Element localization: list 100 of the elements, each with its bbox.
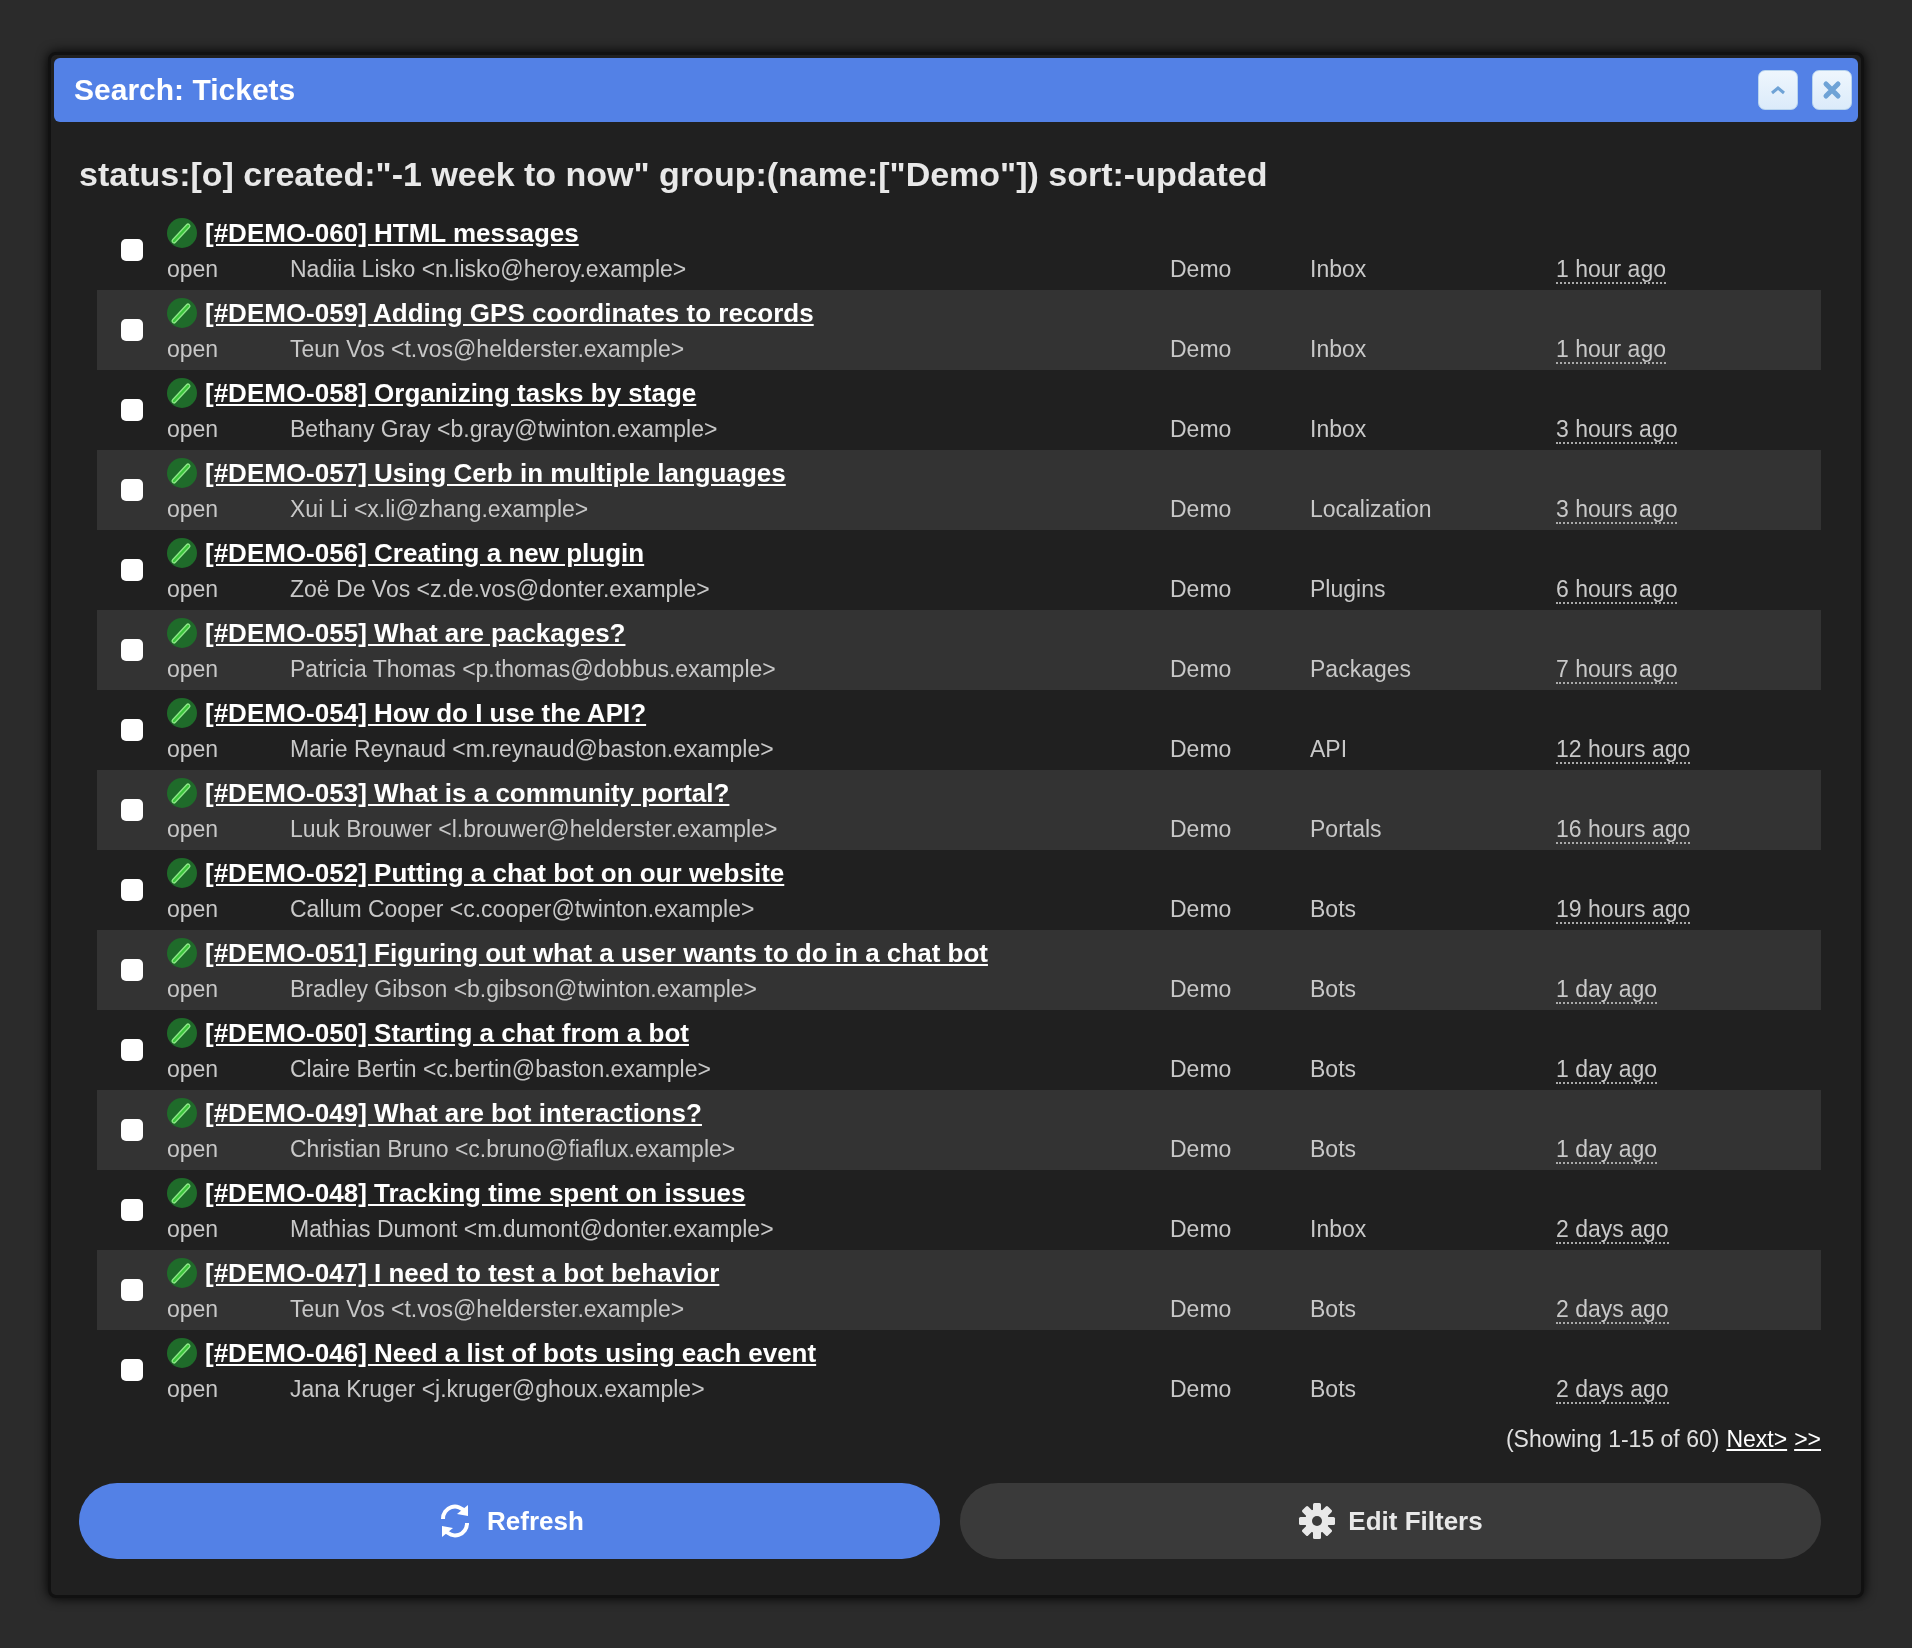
group-text: Demo (1170, 1055, 1233, 1083)
row-checkbox[interactable] (121, 479, 143, 501)
bucket-text: Bots (1310, 1295, 1358, 1323)
bucket-text: Bots (1310, 1135, 1358, 1163)
row-checkbox[interactable] (121, 399, 143, 421)
ticket-link[interactable]: [#DEMO-051] Figuring out what a user wants to do in a chat bot (205, 937, 988, 969)
updated-time: 12 hours ago (1556, 735, 1691, 764)
status-text: open (167, 655, 220, 683)
bucket-text: Bots (1310, 975, 1358, 1003)
pencil-icon (167, 1338, 197, 1368)
ticket-link[interactable]: [#DEMO-046] Need a list of bots using each event (205, 1337, 817, 1369)
ticket-link[interactable]: [#DEMO-053] What is a community portal? (205, 777, 730, 809)
ticket-link[interactable]: [#DEMO-048] Tracking time spent on issues (205, 1177, 746, 1209)
pencil-icon (167, 1178, 197, 1208)
requester-text: Claire Bertin <c.bertin@baston.example> (290, 1055, 712, 1083)
status-text: open (167, 975, 220, 1003)
ticket-link[interactable]: [#DEMO-050] Starting a chat from a bot (205, 1017, 689, 1049)
status-text: open (167, 1375, 220, 1403)
requester-text: Luuk Brouwer <l.brouwer@helderster.example> (290, 815, 779, 843)
requester-text: Christian Bruno <c.bruno@fiaflux.example> (290, 1135, 737, 1163)
status-text: open (167, 1055, 220, 1083)
bucket-text: Inbox (1310, 255, 1368, 283)
bucket-text: Bots (1310, 895, 1358, 923)
edit-filters-button[interactable]: Edit Filters (960, 1483, 1821, 1559)
requester-text: Callum Cooper <c.cooper@twinton.example> (290, 895, 756, 923)
next-page-link[interactable]: Next> (1726, 1426, 1788, 1453)
pencil-icon (167, 1018, 197, 1048)
row-checkbox[interactable] (121, 1279, 143, 1301)
group-text: Demo (1170, 1295, 1233, 1323)
search-query: status:[o] created:"-1 week to now" group:(name:["Demo"]) sort:-updated (79, 155, 1269, 194)
ticket-link[interactable]: [#DEMO-057] Using Cerb in multiple languages (205, 457, 786, 489)
refresh-button[interactable]: Refresh (79, 1483, 940, 1559)
ticket-link[interactable]: [#DEMO-058] Organizing tasks by stage (205, 377, 697, 409)
row-checkbox[interactable] (121, 559, 143, 581)
pencil-icon (167, 1258, 197, 1288)
updated-time: 1 hour ago (1556, 255, 1666, 284)
status-text: open (167, 735, 220, 763)
updated-time: 1 day ago (1556, 1135, 1658, 1164)
close-button[interactable] (1812, 70, 1852, 110)
updated-time: 1 day ago (1556, 975, 1658, 1004)
pencil-icon (167, 938, 197, 968)
bucket-text: Bots (1310, 1055, 1358, 1083)
requester-text: Nadiia Lisko <n.lisko@heroy.example> (290, 255, 688, 283)
group-text: Demo (1170, 735, 1233, 763)
ticket-link[interactable]: [#DEMO-059] Adding GPS coordinates to records (205, 297, 814, 329)
ticket-link[interactable]: [#DEMO-047] I need to test a bot behavior (205, 1257, 720, 1289)
updated-time: 3 hours ago (1556, 495, 1678, 524)
ticket-link[interactable]: [#DEMO-056] Creating a new plugin (205, 537, 645, 569)
bucket-text: Localization (1310, 495, 1433, 523)
group-text: Demo (1170, 655, 1233, 683)
row-checkbox[interactable] (121, 719, 143, 741)
last-page-link[interactable]: >> (1794, 1426, 1821, 1453)
ticket-link[interactable]: [#DEMO-055] What are packages? (205, 617, 626, 649)
row-checkbox[interactable] (121, 239, 143, 261)
updated-time: 19 hours ago (1556, 895, 1691, 924)
status-text: open (167, 495, 220, 523)
status-text: open (167, 415, 220, 443)
bucket-text: Bots (1310, 1375, 1358, 1403)
row-checkbox[interactable] (121, 879, 143, 901)
updated-time: 2 days ago (1556, 1295, 1669, 1324)
requester-text: Teun Vos <t.vos@helderster.example> (290, 335, 686, 363)
bucket-text: Inbox (1310, 335, 1368, 363)
group-text: Demo (1170, 1375, 1233, 1403)
ticket-link[interactable]: [#DEMO-049] What are bot interactions? (205, 1097, 702, 1129)
updated-time: 2 days ago (1556, 1375, 1669, 1404)
requester-text: Xui Li <x.li@zhang.example> (290, 495, 590, 523)
row-checkbox[interactable] (121, 319, 143, 341)
requester-text: Teun Vos <t.vos@helderster.example> (290, 1295, 686, 1323)
group-text: Demo (1170, 1215, 1233, 1243)
requester-text: Jana Kruger <j.kruger@ghoux.example> (290, 1375, 706, 1403)
row-checkbox[interactable] (121, 959, 143, 981)
row-checkbox[interactable] (121, 1119, 143, 1141)
collapse-button[interactable] (1758, 70, 1798, 110)
group-text: Demo (1170, 1135, 1233, 1163)
group-text: Demo (1170, 495, 1233, 523)
updated-time: 1 day ago (1556, 1055, 1658, 1084)
row-checkbox[interactable] (121, 1359, 143, 1381)
pencil-icon (167, 378, 197, 408)
gear-icon (1298, 1502, 1337, 1540)
row-checkbox[interactable] (121, 1039, 143, 1061)
bucket-text: Inbox (1310, 1215, 1368, 1243)
row-checkbox[interactable] (121, 1199, 143, 1221)
bucket-text: Portals (1310, 815, 1383, 843)
ticket-link[interactable]: [#DEMO-054] How do I use the API? (205, 697, 647, 729)
row-checkbox[interactable] (121, 799, 143, 821)
pencil-icon (167, 778, 197, 808)
requester-text: Mathias Dumont <m.dumont@donter.example> (290, 1215, 775, 1243)
close-icon (1822, 80, 1842, 100)
ticket-link[interactable]: [#DEMO-060] HTML messages (205, 217, 579, 249)
pencil-icon (167, 538, 197, 568)
updated-time: 3 hours ago (1556, 415, 1678, 444)
status-text: open (167, 335, 220, 363)
requester-text: Patricia Thomas <p.thomas@dobbus.example> (290, 655, 777, 683)
pencil-icon (167, 858, 197, 888)
requester-text: Bethany Gray <b.gray@twinton.example> (290, 415, 719, 443)
group-text: Demo (1170, 575, 1233, 603)
ticket-link[interactable]: [#DEMO-052] Putting a chat bot on our website (205, 857, 785, 889)
row-checkbox[interactable] (121, 639, 143, 661)
requester-text: Marie Reynaud <m.reynaud@baston.example> (290, 735, 775, 763)
updated-time: 7 hours ago (1556, 655, 1678, 684)
